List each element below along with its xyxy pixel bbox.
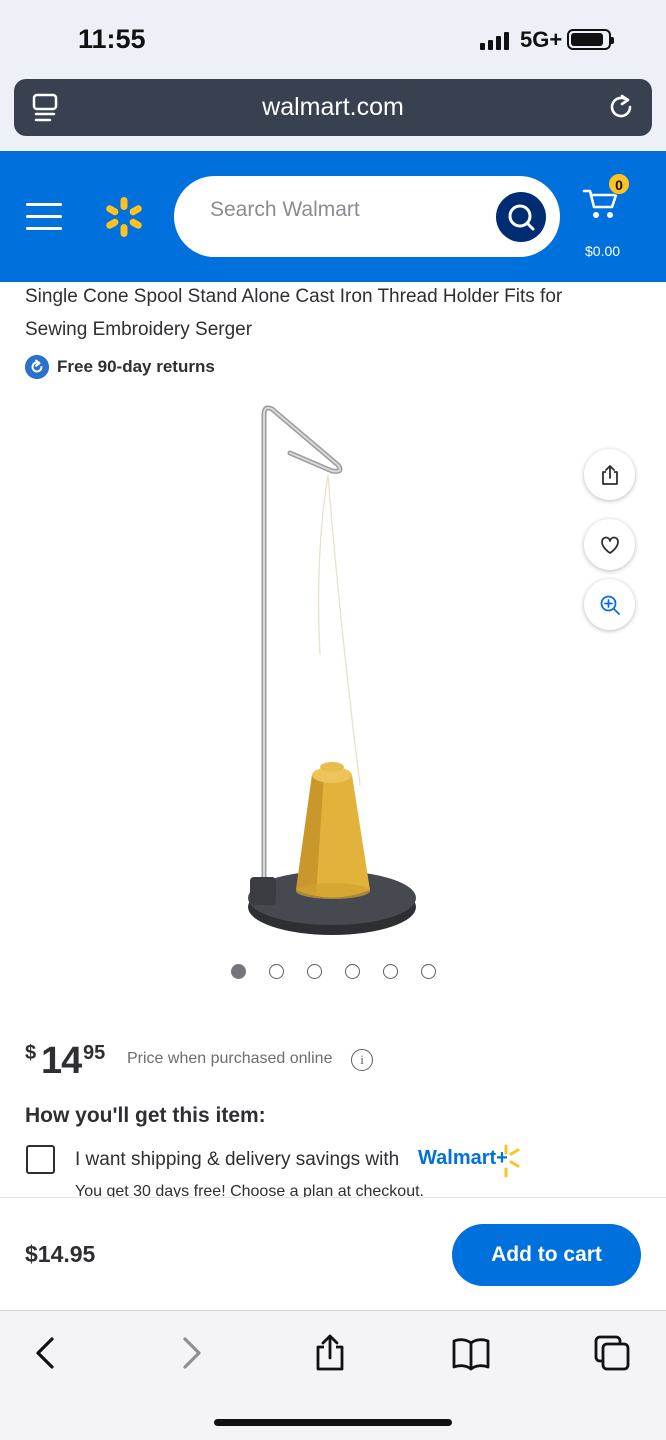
browser-address-area: walmart.com	[0, 78, 666, 150]
walmart-plus-logo: Walmart+	[418, 1147, 508, 1169]
bookmarks-icon[interactable]	[451, 1333, 491, 1373]
price-cents: 95	[83, 1042, 106, 1064]
walmart-spark-logo[interactable]	[102, 195, 146, 239]
returns-text: Free 90-day returns	[57, 357, 215, 376]
search-icon	[508, 204, 535, 231]
heart-icon	[600, 536, 619, 554]
status-time: 11:55	[78, 24, 146, 54]
share-icon[interactable]	[310, 1333, 350, 1373]
fulfillment-heading: How you'll get this item:	[25, 1104, 266, 1127]
back-icon[interactable]	[27, 1333, 67, 1373]
site-header: 0 $0.00	[0, 151, 666, 282]
carousel-dot[interactable]	[269, 964, 284, 979]
add-to-cart-button[interactable]: Add to cart	[452, 1224, 641, 1286]
battery-icon	[567, 29, 614, 50]
address-bar[interactable]: walmart.com	[14, 79, 652, 136]
forward-icon[interactable]	[170, 1333, 210, 1373]
carousel-dot[interactable]	[231, 964, 246, 979]
carousel-dot[interactable]	[307, 964, 322, 979]
hamburger-menu-icon[interactable]	[26, 203, 62, 231]
cart-count-badge: 0	[608, 173, 630, 195]
zoom-button[interactable]	[584, 579, 635, 630]
cart-total: $0.00	[585, 243, 621, 259]
product-image[interactable]	[220, 395, 450, 955]
home-indicator	[214, 1419, 452, 1426]
price-whole: 14	[41, 1040, 82, 1082]
carousel-dot[interactable]	[345, 964, 360, 979]
signal-icon	[480, 32, 509, 50]
zoom-in-icon	[600, 595, 620, 615]
price-currency: $	[25, 1042, 37, 1064]
status-bar: 11:55 5G+	[0, 0, 666, 78]
walmart-plus-subtext: You get 30 days free! Choose a plan at c…	[75, 1183, 424, 1198]
returns-icon	[25, 355, 49, 379]
product-title: Single Cone Spool Stand Alone Cast Iron …	[25, 286, 563, 340]
price-note: Price when purchased online	[127, 1050, 333, 1067]
sticky-add-to-cart-bar: $14.95 Add to cart	[0, 1197, 666, 1310]
tabs-icon[interactable]	[592, 1333, 632, 1373]
walmart-plus-spark-icon	[504, 1144, 520, 1178]
walmart-plus-label: I want shipping & delivery savings with	[75, 1149, 400, 1170]
returns-info: Free 90-day returns	[25, 355, 215, 379]
favorite-button[interactable]	[584, 519, 635, 570]
image-carousel-dots	[231, 964, 436, 979]
search-button[interactable]	[496, 192, 546, 242]
share-icon	[601, 464, 618, 485]
network-type: 5G+	[520, 27, 563, 52]
sticky-price: $14.95	[25, 1241, 96, 1267]
carousel-dot[interactable]	[383, 964, 398, 979]
walmart-plus-checkbox[interactable]	[26, 1145, 55, 1174]
reload-icon[interactable]	[606, 92, 636, 122]
search-input[interactable]	[210, 198, 470, 222]
search-box[interactable]	[174, 176, 560, 257]
carousel-dot[interactable]	[421, 964, 436, 979]
url-text[interactable]: walmart.com	[14, 93, 652, 122]
cart-button[interactable]: 0 $0.00	[578, 173, 638, 263]
share-button[interactable]	[584, 449, 635, 500]
info-icon[interactable]: i	[351, 1049, 373, 1071]
